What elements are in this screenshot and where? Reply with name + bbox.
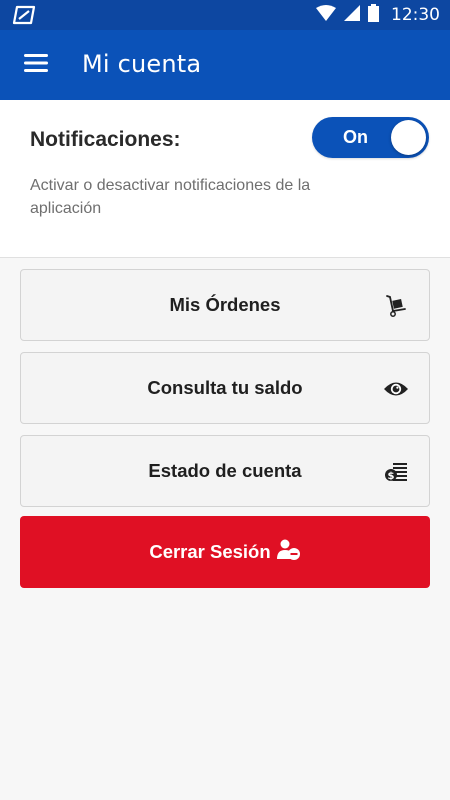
- notifications-card: Notificaciones: On Activar o desactivar …: [0, 100, 450, 258]
- toggle-label: On: [343, 127, 368, 147]
- notifications-description: Activar o desactivar notificaciones de l…: [30, 177, 311, 217]
- money-statement-icon: $: [383, 459, 409, 485]
- app-bar: Mi cuenta: [0, 30, 450, 100]
- wifi-icon: [316, 4, 336, 26]
- battery-icon: [368, 3, 379, 27]
- app-logo-icon: [12, 5, 36, 25]
- status-icons: 12:30: [316, 0, 440, 30]
- logout-label: Cerrar Sesión: [149, 541, 271, 562]
- page-title: Mi cuenta: [82, 50, 202, 78]
- hand-truck-icon: [383, 293, 409, 319]
- status-bar: 12:30: [0, 0, 450, 30]
- my-orders-button[interactable]: Mis Órdenes: [20, 269, 430, 341]
- logout-button[interactable]: Cerrar Sesión: [20, 516, 430, 588]
- status-time: 12:30: [391, 5, 440, 25]
- check-balance-button[interactable]: Consulta tu saldo: [20, 352, 430, 424]
- hamburger-menu-icon: [23, 53, 49, 78]
- signal-icon: [344, 4, 360, 26]
- account-statement-label: Estado de cuenta: [148, 460, 302, 481]
- check-balance-label: Consulta tu saldo: [147, 377, 303, 398]
- notifications-toggle[interactable]: On: [312, 117, 429, 158]
- hamburger-menu-button[interactable]: [16, 50, 56, 80]
- account-statement-button[interactable]: Estado de cuenta $: [20, 435, 430, 507]
- user-remove-icon: [276, 539, 301, 566]
- eye-icon: [383, 376, 409, 402]
- toggle-knob: [391, 120, 426, 155]
- my-orders-label: Mis Órdenes: [169, 294, 281, 315]
- svg-text:$: $: [388, 471, 395, 482]
- notifications-title: Notificaciones:: [30, 128, 181, 151]
